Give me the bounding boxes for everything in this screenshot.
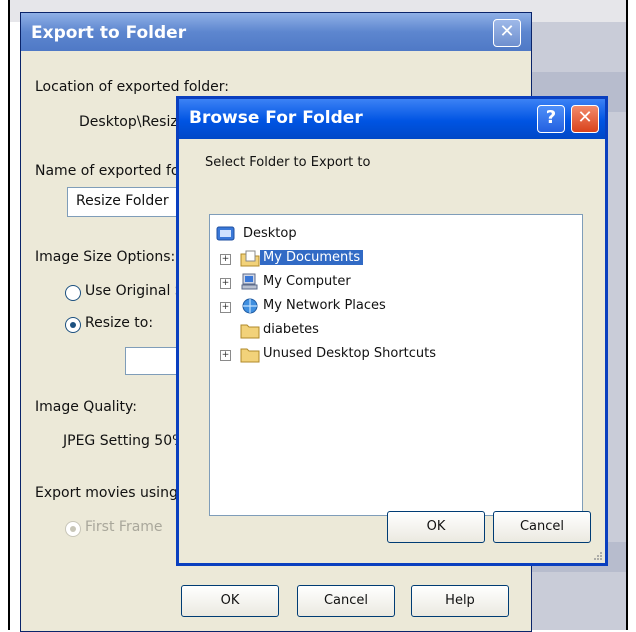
frame-border-right [626, 0, 628, 630]
first-frame-radio[interactable] [65, 521, 81, 537]
use-original-label: Use Original Si [85, 283, 188, 299]
browse-ok-button[interactable]: OK [387, 511, 485, 543]
network-places-icon [242, 298, 258, 314]
browse-close-button[interactable]: ✕ [571, 105, 599, 133]
first-frame-label: First Frame [85, 519, 163, 535]
browse-help-button[interactable]: ? [537, 105, 565, 133]
browse-cancel-button[interactable]: Cancel [493, 511, 591, 543]
export-cancel-button[interactable]: Cancel [297, 585, 395, 617]
tree-item-label: My Computer [263, 274, 351, 289]
browse-for-folder-dialog: Browse For Folder ? ✕ Select Folder to E… [176, 96, 608, 566]
expand-icon[interactable]: + [220, 278, 231, 289]
folder-name-value: Resize Folder [76, 193, 169, 209]
desktop-icon [216, 226, 235, 241]
export-dialog-close-button[interactable]: ✕ [493, 19, 521, 47]
browse-dialog-title: Browse For Folder [189, 108, 363, 128]
tree-item-label: diabetes [263, 322, 319, 337]
browse-dialog-titlebar[interactable]: Browse For Folder ? ✕ [179, 99, 605, 139]
resize-to-radio[interactable] [65, 317, 81, 333]
export-dialog-titlebar[interactable]: Export to Folder ✕ [21, 13, 531, 51]
my-computer-icon [241, 273, 258, 290]
close-icon: ✕ [499, 21, 515, 42]
use-original-radio[interactable] [65, 285, 81, 301]
image-quality-label: Image Quality: [35, 399, 138, 415]
export-help-button[interactable]: Help [411, 585, 509, 617]
tree-item-label: My Documents [260, 250, 364, 265]
folder-icon [240, 348, 260, 363]
image-quality-value: JPEG Setting 50% [63, 433, 186, 449]
name-label: Name of exported fol [35, 163, 184, 179]
resize-to-label: Resize to: [85, 315, 154, 331]
export-movies-label: Export movies using: [35, 485, 183, 501]
frame-border-left [8, 0, 10, 630]
tree-item-label: Desktop [243, 226, 297, 241]
tree-item-label: Unused Desktop Shortcuts [263, 346, 437, 361]
folder-icon [240, 324, 260, 339]
resize-grip-icon[interactable] [593, 551, 603, 561]
question-mark-icon: ? [545, 107, 557, 128]
close-icon: ✕ [577, 107, 593, 128]
browse-instruction: Select Folder to Export to [205, 155, 371, 170]
export-ok-button[interactable]: OK [181, 585, 279, 617]
location-label: Location of exported folder: [35, 79, 230, 95]
expand-icon[interactable]: + [220, 302, 231, 313]
expand-icon[interactable]: + [220, 350, 231, 361]
image-size-label: Image Size Options: [35, 249, 176, 265]
folder-tree[interactable]: Desktop + My Documents + My Computer + M… [209, 214, 583, 516]
my-documents-icon [240, 250, 260, 267]
export-dialog-title: Export to Folder [31, 23, 187, 43]
tree-item-label: My Network Places [263, 298, 386, 313]
expand-icon[interactable]: + [220, 254, 231, 265]
